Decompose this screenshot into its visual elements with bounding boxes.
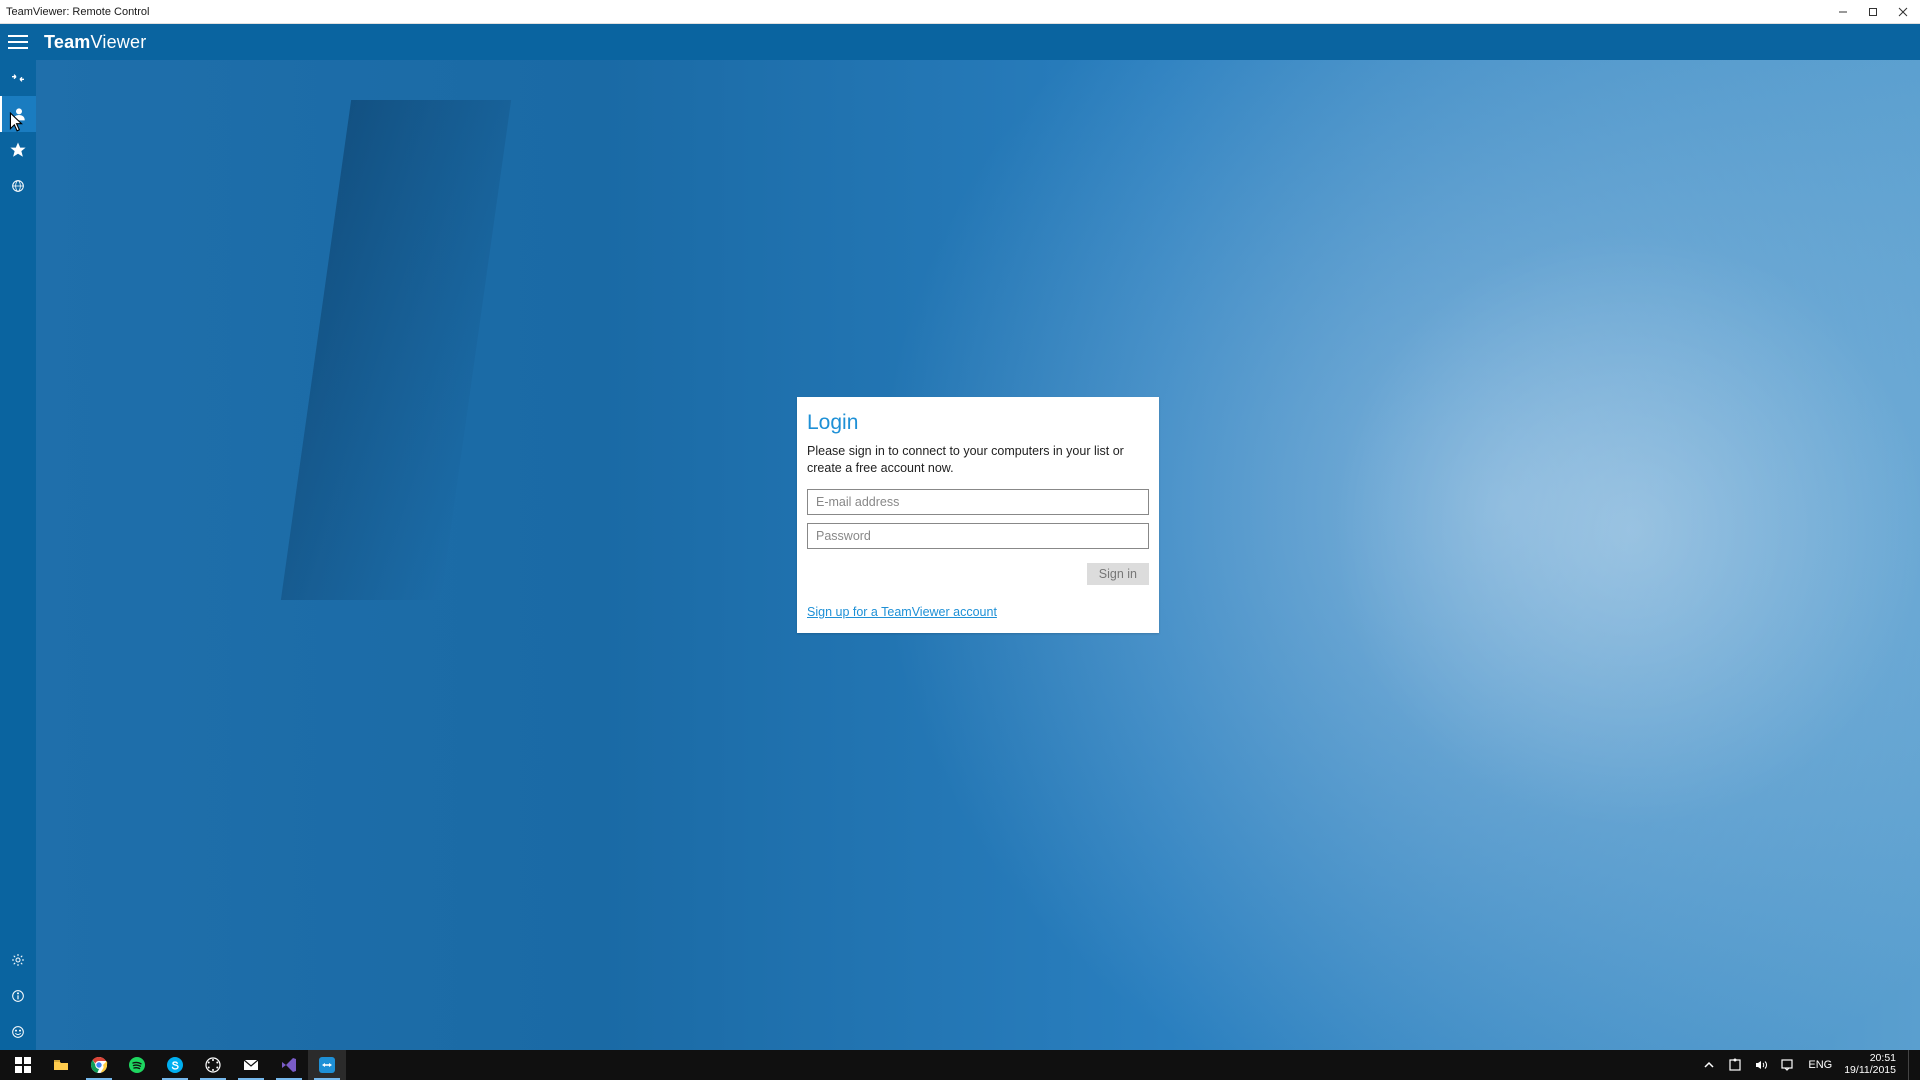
action-center-icon [1780,1058,1794,1072]
signup-link[interactable]: Sign up for a TeamViewer account [807,605,997,619]
system-tray: ENG 20:51 19/11/2015 [1700,1050,1916,1080]
chevron-up-icon [1702,1058,1716,1072]
sidebar-item-settings[interactable] [0,942,36,978]
signin-button[interactable]: Sign in [1087,563,1149,585]
person-icon [11,106,27,122]
hamburger-menu-button[interactable] [8,35,28,49]
taskbar-app-circle[interactable] [194,1050,232,1080]
app-brand: TeamViewer [44,32,146,53]
tray-date: 19/11/2015 [1844,1065,1896,1077]
skype-icon [166,1056,184,1074]
window-title: TeamViewer: Remote Control [6,6,149,18]
taskbar-file-explorer[interactable] [42,1050,80,1080]
brand-bold: Team [44,32,91,52]
maximize-icon [1868,7,1878,17]
hamburger-icon-line [8,41,28,43]
circle-dots-icon [204,1056,222,1074]
taskbar-start-button[interactable] [4,1050,42,1080]
sidebar-item-favorites[interactable] [0,132,36,168]
window-titlebar: TeamViewer: Remote Control [0,0,1920,24]
content-area: Login Please sign in to connect to your … [36,60,1920,1050]
windows-taskbar: ENG 20:51 19/11/2015 [0,1050,1920,1080]
tray-action-center[interactable] [1778,1050,1796,1080]
chrome-icon [90,1056,108,1074]
show-desktop-button[interactable] [1908,1050,1914,1080]
volume-icon [1754,1058,1768,1072]
smile-icon [10,1024,26,1040]
taskbar-skype[interactable] [156,1050,194,1080]
tray-clock[interactable]: 20:51 19/11/2015 [1844,1050,1900,1080]
window-close-button[interactable] [1888,0,1918,24]
teamviewer-icon [318,1056,336,1074]
tray-language[interactable]: ENG [1804,1050,1836,1080]
login-description: Please sign in to connect to your comput… [807,443,1149,477]
spotify-icon [128,1056,146,1074]
hamburger-icon-line [8,47,28,49]
hamburger-icon-line [8,35,28,37]
gear-icon [10,952,26,968]
info-icon [10,988,26,1004]
tray-app-icon[interactable] [1726,1050,1744,1080]
taskbar-spotify[interactable] [118,1050,156,1080]
sidebar [0,60,36,1050]
sidebar-item-remote-control[interactable] [0,60,36,96]
login-card: Login Please sign in to connect to your … [797,397,1159,633]
tray-chevron-up[interactable] [1700,1050,1718,1080]
visual-studio-icon [280,1056,298,1074]
puzzle-icon [1728,1058,1742,1072]
password-field[interactable] [807,523,1149,549]
sidebar-item-feedback[interactable] [0,1014,36,1050]
mail-icon [242,1056,260,1074]
sidebar-item-computers-contacts[interactable] [0,96,36,132]
taskbar-visual-studio[interactable] [270,1050,308,1080]
minimize-icon [1838,7,1848,17]
globe-person-icon [10,178,26,194]
app-header: TeamViewer [0,24,1920,60]
taskbar-mail[interactable] [232,1050,270,1080]
email-field[interactable] [807,489,1149,515]
sidebar-item-info[interactable] [0,978,36,1014]
taskbar-chrome[interactable] [80,1050,118,1080]
brand-light: Viewer [91,32,147,52]
window-maximize-button[interactable] [1858,0,1888,24]
folder-icon [52,1056,70,1074]
window-minimize-button[interactable] [1828,0,1858,24]
tray-volume[interactable] [1752,1050,1770,1080]
taskbar-teamviewer[interactable] [308,1050,346,1080]
sidebar-item-meeting[interactable] [0,168,36,204]
login-title: Login [807,411,1149,435]
arrows-horizontal-icon [10,70,26,86]
close-icon [1898,7,1908,17]
star-icon [10,142,26,158]
app-body: Login Please sign in to connect to your … [0,60,1920,1050]
windows-icon [14,1056,32,1074]
